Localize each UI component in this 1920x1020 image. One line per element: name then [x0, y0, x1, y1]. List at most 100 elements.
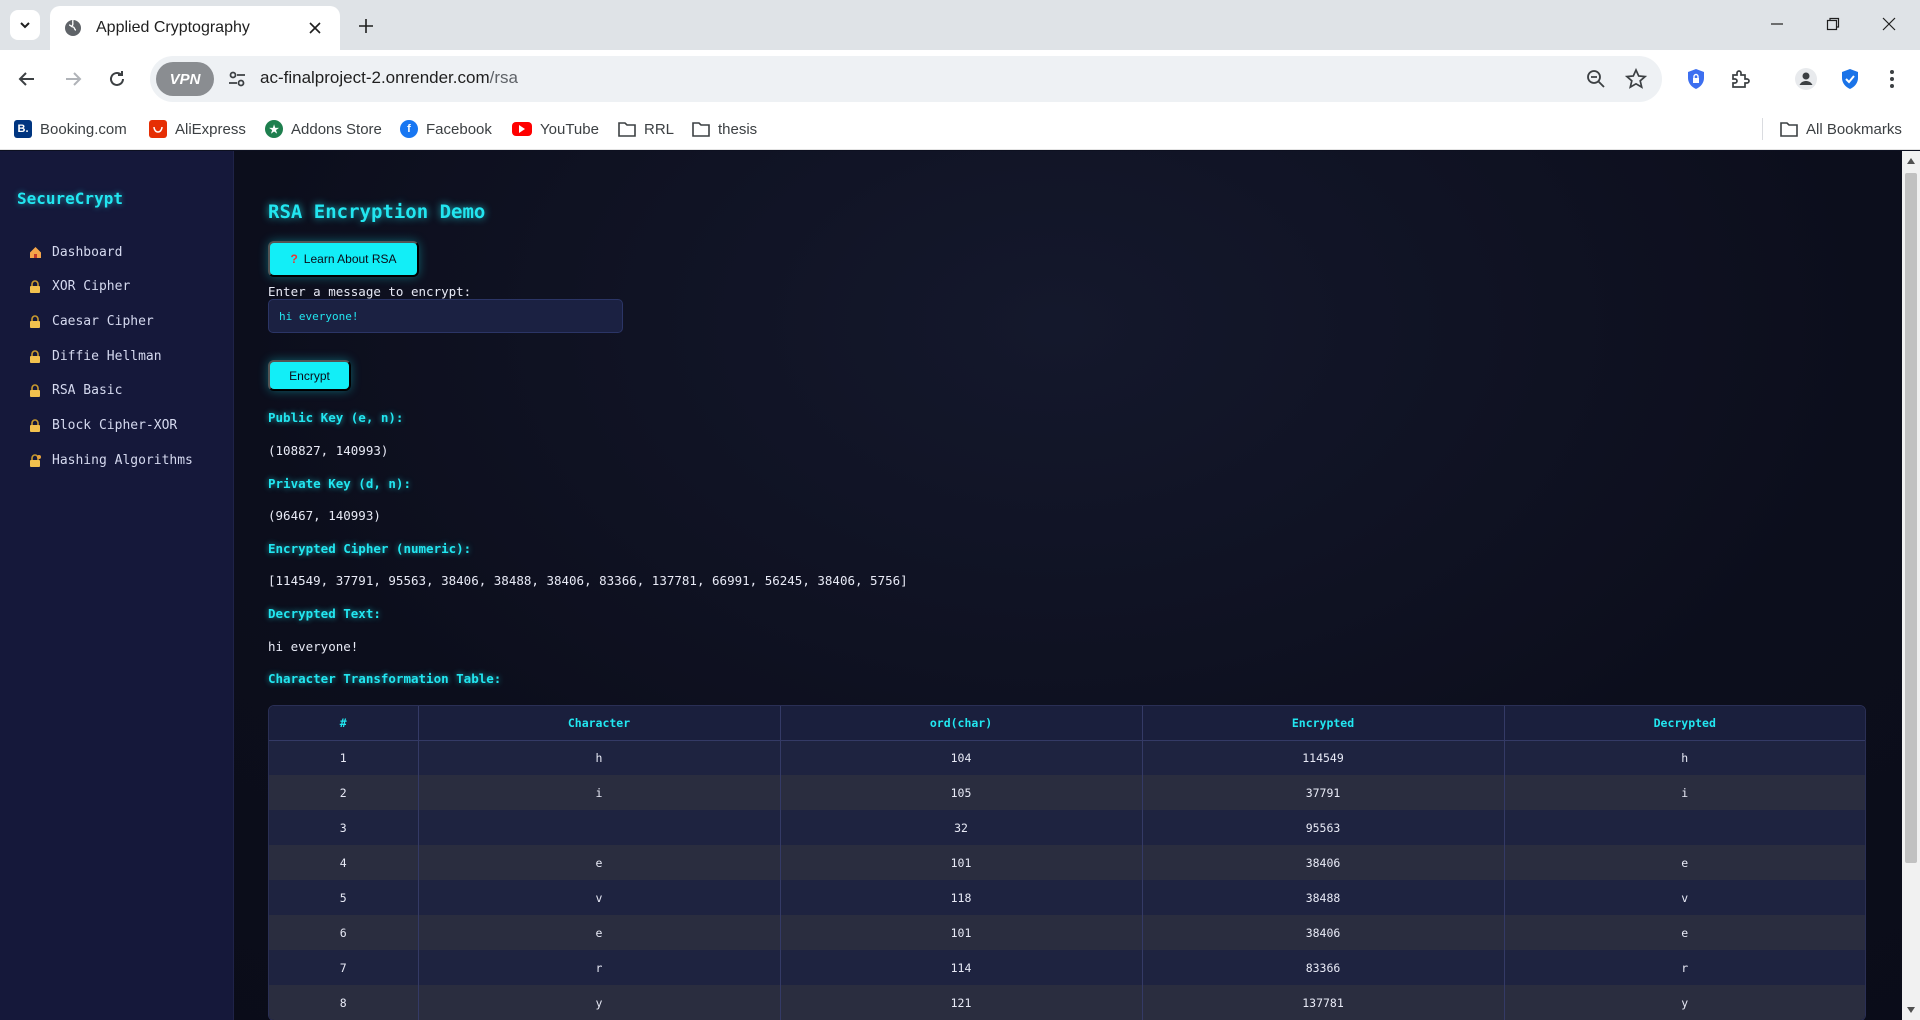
close-icon	[1882, 17, 1896, 31]
table-row: 6 e 101 38406 e	[269, 915, 1865, 950]
table-cell: 101	[780, 915, 1143, 950]
table-cell: e	[418, 915, 781, 950]
table-cell: 2	[269, 775, 419, 810]
bookmark-label: YouTube	[540, 120, 599, 138]
star-icon	[1625, 68, 1647, 89]
bookmark-folder-rrl[interactable]: RRL	[618, 117, 674, 141]
menu-button[interactable]	[1876, 63, 1908, 95]
table-cell: y	[1504, 985, 1865, 1020]
extensions-button[interactable]	[1724, 63, 1756, 95]
sidebar-item-rsa-basic[interactable]: RSA Basic	[28, 379, 122, 401]
minimize-icon	[1771, 23, 1783, 25]
lock-icon	[28, 279, 42, 293]
chevron-down-icon	[20, 22, 30, 29]
table-header-row: # Character ord(char) Encrypted Decrypte…	[269, 706, 1865, 741]
table-cell: y	[418, 985, 781, 1020]
vpn-button[interactable]: VPN	[156, 62, 214, 96]
new-tab-button[interactable]	[352, 12, 380, 40]
table-cell: 6	[269, 915, 419, 950]
triangle-up-icon	[1907, 158, 1915, 164]
table-cell: v	[418, 880, 781, 915]
url-host: ac-finalproject-2.onrender.com	[260, 68, 490, 87]
back-button[interactable]	[9, 61, 45, 97]
all-bookmarks-button[interactable]: All Bookmarks	[1780, 117, 1902, 141]
lock-icon	[28, 418, 42, 432]
restore-icon	[1826, 17, 1840, 31]
sidebar-item-label: XOR Cipher	[52, 278, 131, 294]
bookmark-aliexpress[interactable]: AliExpress	[149, 117, 246, 141]
table-cell: r	[1504, 950, 1865, 985]
security-extension-button[interactable]	[1834, 63, 1866, 95]
scrollbar-thumb[interactable]	[1905, 173, 1917, 863]
table-cell: 95563	[1142, 810, 1505, 845]
close-tab-button[interactable]	[304, 17, 326, 39]
bookmark-booking[interactable]: B. Booking.com	[14, 117, 127, 141]
bookmark-addons-store[interactable]: ★ Addons Store	[265, 117, 382, 141]
table-cell: e	[1504, 915, 1865, 950]
sidebar-item-dashboard[interactable]: Dashboard	[28, 241, 122, 263]
column-header: ord(char)	[780, 706, 1143, 741]
browser-tab[interactable]: Applied Cryptography	[50, 6, 340, 50]
sidebar-item-caesar-cipher[interactable]: Caesar Cipher	[28, 310, 154, 332]
youtube-icon	[512, 122, 532, 136]
puzzle-icon	[1732, 70, 1750, 88]
forward-button[interactable]	[55, 61, 91, 97]
table-cell	[1504, 810, 1865, 845]
table-cell: 8	[269, 985, 419, 1020]
bookmark-label: Addons Store	[291, 120, 382, 138]
learn-about-rsa-button[interactable]: ? Learn About RSA	[268, 241, 419, 277]
shield-check-icon	[1842, 69, 1858, 89]
minimize-button[interactable]	[1754, 8, 1800, 40]
site-info-button[interactable]	[224, 66, 250, 92]
sidebar-item-label: Block Cipher-XOR	[52, 417, 178, 433]
browser-toolbar: VPN ac-finalproject-2.onrender.com/rsa	[0, 50, 1920, 108]
bookmark-star-button[interactable]	[1622, 65, 1650, 93]
vpn-label: VPN	[169, 70, 201, 88]
sidebar-item-block-cipher-xor[interactable]: Block Cipher-XOR	[28, 414, 177, 436]
avatar-icon	[1795, 68, 1817, 90]
shield-lock-icon	[1688, 69, 1704, 89]
encrypt-button[interactable]: Encrypt	[268, 360, 351, 391]
lock-key-icon	[28, 453, 42, 467]
tab-search-button[interactable]	[10, 10, 40, 40]
sidebar-item-label: Dashboard	[52, 244, 123, 260]
sidebar-item-label: Hashing Algorithms	[52, 452, 193, 468]
message-input[interactable]	[268, 299, 623, 333]
table-heading: Character Transformation Table:	[268, 671, 502, 686]
decrypted-heading: Decrypted Text:	[268, 606, 381, 621]
url-text[interactable]: ac-finalproject-2.onrender.com/rsa	[260, 68, 518, 88]
learn-button-label: Learn About RSA	[303, 252, 397, 266]
decrypted-value: hi everyone!	[268, 639, 359, 654]
table-row: 1 h 104 114549 h	[269, 740, 1865, 775]
bookmark-folder-thesis[interactable]: thesis	[692, 117, 757, 141]
zoom-button[interactable]	[1582, 65, 1610, 93]
scroll-up-arrow[interactable]	[1906, 156, 1916, 166]
reload-button[interactable]	[99, 61, 135, 97]
table-cell: r	[418, 950, 781, 985]
table-cell: 4	[269, 845, 419, 880]
column-header: #	[269, 706, 419, 741]
table-cell: 101	[780, 845, 1143, 880]
lock-icon	[28, 383, 42, 397]
profile-button[interactable]	[1790, 63, 1822, 95]
column-header: Encrypted	[1142, 706, 1505, 741]
table-cell: 7	[269, 950, 419, 985]
tab-strip: Applied Cryptography	[0, 0, 1920, 50]
sidebar-item-xor-cipher[interactable]: XOR Cipher	[28, 275, 130, 297]
address-bar[interactable]: VPN ac-finalproject-2.onrender.com/rsa	[150, 56, 1662, 102]
close-window-button[interactable]	[1866, 8, 1912, 40]
question-icon: ?	[290, 252, 298, 266]
restore-button[interactable]	[1810, 8, 1856, 40]
privacy-extension-button[interactable]	[1680, 63, 1712, 95]
brand-logo[interactable]: SecureCrypt	[17, 189, 123, 208]
bookmark-facebook[interactable]: f Facebook	[400, 117, 492, 141]
table-cell: 104	[780, 740, 1143, 775]
bookmarks-divider	[1762, 118, 1763, 140]
bookmark-youtube[interactable]: YouTube	[512, 117, 599, 141]
sidebar-item-hashing-algorithms[interactable]: Hashing Algorithms	[28, 449, 193, 471]
page-scrollbar[interactable]	[1902, 151, 1920, 1020]
sidebar-item-diffie-hellman[interactable]: Diffie Hellman	[28, 345, 162, 367]
table-cell: e	[1504, 845, 1865, 880]
arrow-left-icon	[18, 72, 34, 86]
scroll-down-arrow[interactable]	[1906, 1005, 1916, 1015]
